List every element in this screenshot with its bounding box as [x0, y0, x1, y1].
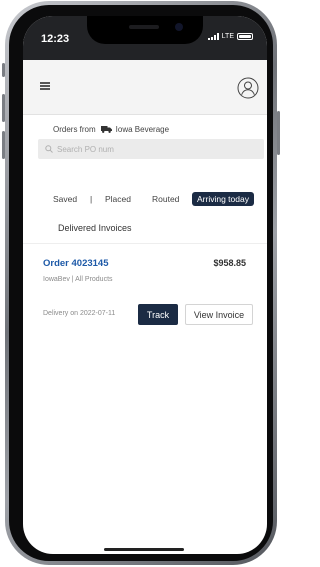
order-card: Order 4023145 $958.85 IowaBev | All Prod… [23, 244, 267, 334]
tab-separator: | [90, 194, 93, 204]
search-input[interactable] [57, 144, 247, 154]
network-type: LTE [221, 33, 234, 40]
hamburger-menu-icon[interactable] [40, 82, 50, 90]
app-screen: 12:23 LTE Orders from Iowa Beverage Sear… [23, 16, 267, 554]
battery-icon [237, 33, 253, 40]
status-bar: 12:23 LTE [23, 16, 267, 60]
status-indicators: LTE [207, 33, 253, 40]
mute-switch [2, 63, 5, 77]
search-icon [45, 145, 53, 153]
vendor-name: Iowa Beverage [115, 124, 170, 134]
speaker-grille [129, 25, 159, 29]
volume-down-button [2, 131, 5, 159]
volume-up-button [2, 94, 5, 122]
tab-routed[interactable]: Routed [152, 192, 179, 206]
tab-saved[interactable]: Saved [53, 192, 77, 206]
status-time: 12:23 [41, 33, 70, 45]
order-vendor-products: IowaBev | All Products [43, 276, 113, 283]
app-header [23, 60, 267, 115]
order-status-tabs: Saved | Placed Routed Arriving today F [23, 192, 267, 206]
notch [87, 16, 203, 44]
search-bar [38, 139, 264, 159]
order-amount: $958.85 [213, 258, 246, 268]
home-indicator[interactable] [104, 548, 184, 551]
view-invoice-button[interactable]: View Invoice [185, 304, 253, 325]
user-profile-icon[interactable] [237, 77, 259, 99]
tab-placed[interactable]: Placed [105, 192, 131, 206]
phone-frame: 12:23 LTE Orders from Iowa Beverage Sear… [2, 1, 280, 565]
order-number-link[interactable]: Order 4023145 [43, 258, 109, 269]
tab-arriving-today[interactable]: Arriving today [192, 192, 254, 206]
tab-delivered-invoices[interactable]: Delivered Invoices [58, 223, 132, 233]
power-button [277, 111, 280, 155]
delivery-date: Delivery on 2022-07-11 [43, 310, 116, 317]
truck-icon [100, 125, 112, 133]
orders-from-label: Orders from [53, 124, 96, 134]
front-camera [175, 23, 183, 31]
track-button[interactable]: Track [138, 304, 178, 325]
cellular-signal-icon [207, 33, 219, 40]
